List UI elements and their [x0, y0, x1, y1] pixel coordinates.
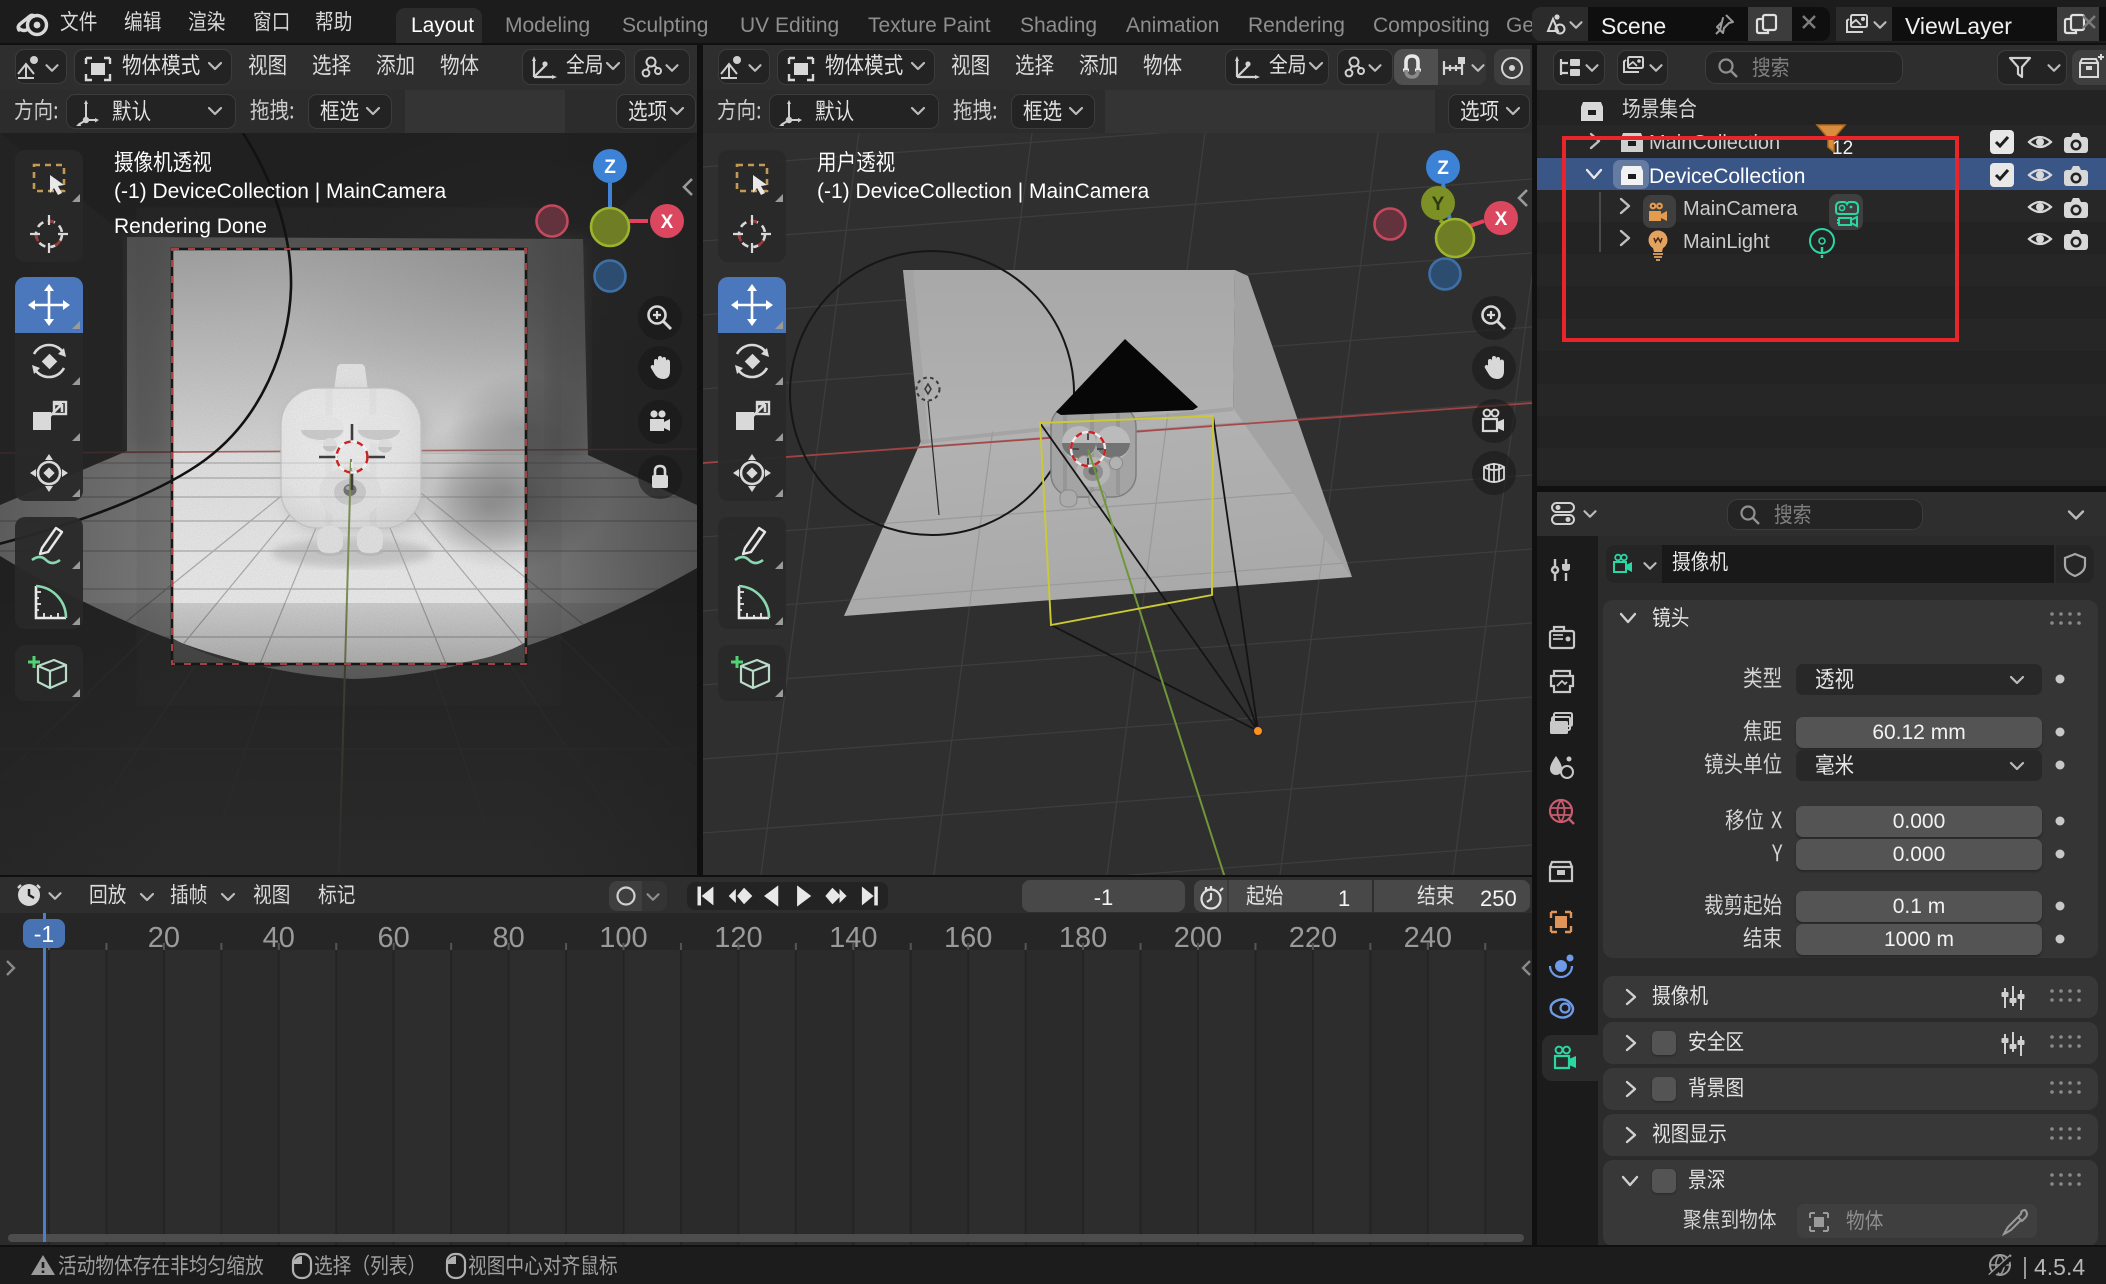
svg-text:Z: Z — [1437, 158, 1449, 179]
svg-text:X: X — [661, 212, 674, 233]
svg-text:X: X — [1495, 209, 1508, 230]
svg-text:Y: Y — [1432, 194, 1445, 215]
svg-text:Z: Z — [604, 157, 616, 178]
